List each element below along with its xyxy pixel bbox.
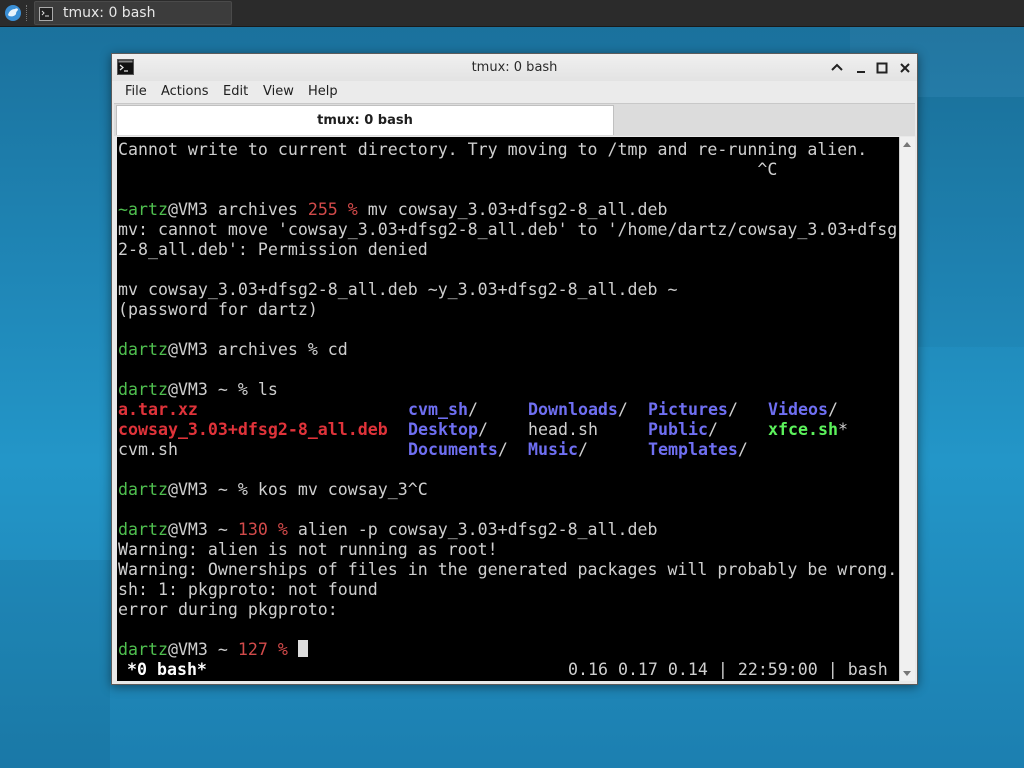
menu-file[interactable]: File (125, 84, 147, 99)
close-icon[interactable] (898, 60, 912, 74)
panel-separator (26, 5, 29, 21)
tab-tmux-bash[interactable]: tmux: 0 bash (116, 105, 614, 135)
prompt-host: @VM3 archives (167, 200, 308, 219)
ls-entry: Pictures/ (648, 400, 738, 419)
prompt-user: dartz (118, 640, 168, 659)
maximize-icon[interactable] (875, 60, 889, 74)
prompt-line: dartz@VM3 ~ % ls (118, 380, 278, 400)
prompt-host: @VM3 ~ (167, 640, 238, 659)
menu-edit[interactable]: Edit (223, 84, 248, 99)
terminal-line: 2-8_all.deb': Permission denied (118, 240, 428, 259)
desktop-shade-block (0, 560, 110, 768)
desktop-shade-block (918, 97, 1024, 347)
terminal-scrollbar[interactable] (899, 137, 915, 681)
terminal-output[interactable]: Cannot write to current directory. Try m… (117, 137, 899, 681)
prompt-command: mv cowsay_3.03+dfsg2-8_all.deb (357, 200, 668, 219)
menu-actions[interactable]: Actions (161, 84, 209, 99)
prompt-command: @VM3 ~ % kos mv cowsay_3^C (167, 480, 428, 499)
prompt-line: dartz@VM3 archives % cd (118, 340, 348, 360)
terminal-cursor (298, 640, 308, 657)
terminal-line: Warning: Ownerships of files in the gene… (118, 560, 898, 579)
ls-entry: xfce.sh* (768, 420, 848, 439)
terminal-line: error during pkgproto: (118, 600, 338, 619)
terminal-icon (39, 6, 53, 21)
prompt-host: @VM3 ~ (167, 520, 238, 539)
prompt-user: dartz (118, 480, 168, 499)
prompt-line: ~artz@VM3 archives 255 % mv cowsay_3.03+… (118, 200, 667, 220)
prompt-exit-code: 255 % (307, 200, 358, 219)
scroll-down-arrow-icon[interactable] (903, 671, 911, 676)
prompt-user: ~artz (118, 200, 168, 219)
prompt-user: dartz (118, 340, 168, 359)
terminal-line: Warning: alien is not running as root! (118, 540, 498, 559)
prompt-line: dartz@VM3 ~ 127 % (118, 640, 288, 660)
ls-entry: a.tar.xz (118, 400, 198, 419)
window-titlebar[interactable]: tmux: 0 bash (112, 54, 917, 81)
terminal-line: mv cowsay_3.03+dfsg2-8_all.deb ~y_3.03+d… (118, 280, 678, 299)
menu-bar: File Actions Edit View Help (112, 81, 917, 103)
scroll-up-arrow-icon[interactable] (903, 142, 911, 147)
menu-help[interactable]: Help (308, 84, 338, 99)
ls-entry: cvm.sh (118, 440, 178, 459)
window-title: tmux: 0 bash (471, 60, 558, 75)
tab-label: tmux: 0 bash (317, 113, 413, 128)
tab-bar: tmux: 0 bash (114, 103, 915, 136)
taskbar-window-button[interactable]: tmux: 0 bash (34, 1, 232, 25)
prompt-line: dartz@VM3 ~ 130 % alien -p cowsay_3.03+d… (118, 520, 657, 540)
ls-entry: Videos/ (768, 400, 838, 419)
ls-entry: Desktop/ (408, 420, 488, 439)
prompt-exit-code: 130 % (237, 520, 288, 539)
terminal-line: sh: 1: pkgproto: not found (118, 580, 378, 599)
ls-entry: Templates/ (648, 440, 748, 459)
prompt-user: dartz (118, 380, 168, 399)
tmux-status-right: 0.16 0.17 0.14 | 22:59:00 | bash (568, 660, 888, 679)
top-panel: tmux: 0 bash (0, 0, 1024, 27)
ls-entry: Downloads/ (528, 400, 628, 419)
prompt-user: dartz (118, 520, 168, 539)
terminal-line: Cannot write to current directory. Try m… (118, 140, 868, 159)
terminal-line: ^C (118, 160, 778, 179)
taskbar-window-label: tmux: 0 bash (63, 5, 156, 21)
menu-view[interactable]: View (263, 84, 294, 99)
ls-entry: head.sh (528, 420, 598, 439)
chevron-up-icon[interactable] (830, 60, 844, 74)
ls-entry: cowsay_3.03+dfsg2-8_all.deb (118, 420, 388, 439)
prompt-command: @VM3 archives % cd (167, 340, 348, 359)
ls-entry: cvm_sh/ (408, 400, 478, 419)
minimize-icon[interactable] (854, 60, 868, 74)
ls-entry: Music/ (528, 440, 588, 459)
applications-menu-icon[interactable] (3, 3, 23, 23)
terminal-line: (password for dartz) (118, 300, 318, 319)
terminal-line: mv: cannot move 'cowsay_3.03+dfsg2-8_all… (118, 220, 898, 239)
prompt-line: dartz@VM3 ~ % kos mv cowsay_3^C (118, 480, 428, 500)
prompt-command: alien -p cowsay_3.03+dfsg2-8_all.deb (287, 520, 658, 539)
terminal-window: tmux: 0 bash File Actions Edit View Help… (111, 53, 918, 685)
ls-entry: Documents/ (408, 440, 508, 459)
prompt-command: @VM3 ~ % ls (167, 380, 278, 399)
ls-entry: Public/ (648, 420, 718, 439)
prompt-exit-code: 127 % (237, 640, 288, 659)
tmux-window-list: *0 bash* (127, 660, 207, 679)
